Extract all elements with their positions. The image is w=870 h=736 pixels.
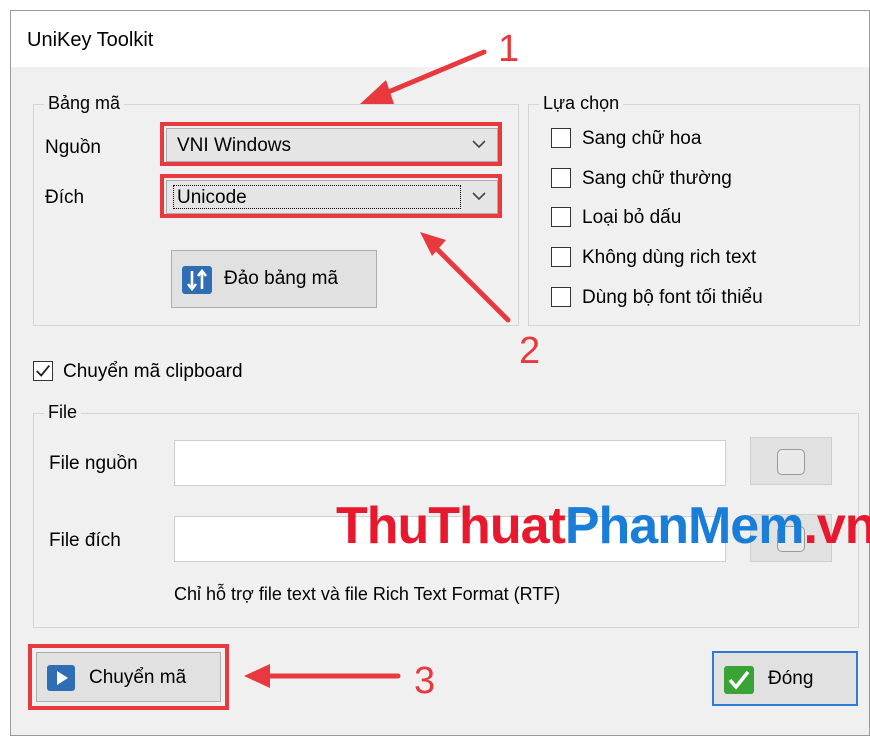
target-encoding-value: Unicode <box>177 187 247 208</box>
convert-button[interactable]: Chuyển mã <box>36 652 221 702</box>
source-encoding-value: VNI Windows <box>177 135 292 156</box>
annotation-step-3: 3 <box>414 660 436 702</box>
target-encoding-select[interactable]: Unicode <box>166 180 498 214</box>
clipboard-checkbox[interactable] <box>33 361 53 381</box>
source-encoding-select[interactable]: VNI Windows <box>166 128 498 162</box>
check-icon <box>724 666 754 694</box>
option-lowercase-label: Sang chữ thường <box>582 168 732 189</box>
file-target-label: File đích <box>49 530 121 551</box>
play-icon <box>47 665 75 691</box>
swap-arrows-icon <box>182 266 212 294</box>
checkmark-icon <box>36 365 50 377</box>
annotation-step-2: 2 <box>519 330 541 372</box>
annotation-step-1: 1 <box>498 28 520 70</box>
option-no-rich-text-label: Không dùng rich text <box>582 247 757 268</box>
target-encoding-label: Đích <box>45 187 85 208</box>
chevron-down-icon <box>472 140 486 149</box>
file-support-note: Chỉ hỗ trợ file text và file Rich Text F… <box>174 584 561 604</box>
source-encoding-label: Nguồn <box>45 137 101 158</box>
bang-ma-group-label: Bảng mã <box>44 93 125 114</box>
option-remove-accents-checkbox[interactable] <box>551 207 571 227</box>
watermark-part1: ThuThuat <box>336 497 566 555</box>
option-uppercase-label: Sang chữ hoa <box>582 128 702 149</box>
window-title: UniKey Toolkit <box>27 29 154 51</box>
browse-source-button[interactable] <box>750 437 832 485</box>
watermark-part3: .vn <box>803 497 870 555</box>
close-button-label: Đóng <box>768 668 814 689</box>
chevron-down-icon <box>472 192 486 201</box>
option-no-rich-text-checkbox[interactable] <box>551 247 571 267</box>
option-min-font-checkbox[interactable] <box>551 287 571 307</box>
option-remove-accents-label: Loại bỏ dấu <box>582 207 682 228</box>
clipboard-label: Chuyển mã clipboard <box>63 361 243 382</box>
lua-chon-group-label: Lựa chọn <box>539 93 624 114</box>
file-source-input[interactable] <box>174 440 726 486</box>
watermark-part2: PhanMem <box>564 497 805 555</box>
swap-encoding-button[interactable]: Đảo bảng mã <box>171 250 377 308</box>
file-source-label: File nguồn <box>49 453 138 474</box>
browse-icon <box>777 449 805 475</box>
option-uppercase-checkbox[interactable] <box>551 128 571 148</box>
option-min-font-label: Dùng bộ font tối thiểu <box>582 287 763 308</box>
close-button[interactable]: Đóng <box>712 651 858 706</box>
option-lowercase-checkbox[interactable] <box>551 168 571 188</box>
title-bar: UniKey Toolkit <box>11 11 869 67</box>
watermark: ThuThuatPhanMem.vn <box>336 496 870 556</box>
file-group-label: File <box>44 402 82 423</box>
convert-button-label: Chuyển mã <box>89 667 187 688</box>
swap-encoding-label: Đảo bảng mã <box>224 268 339 289</box>
